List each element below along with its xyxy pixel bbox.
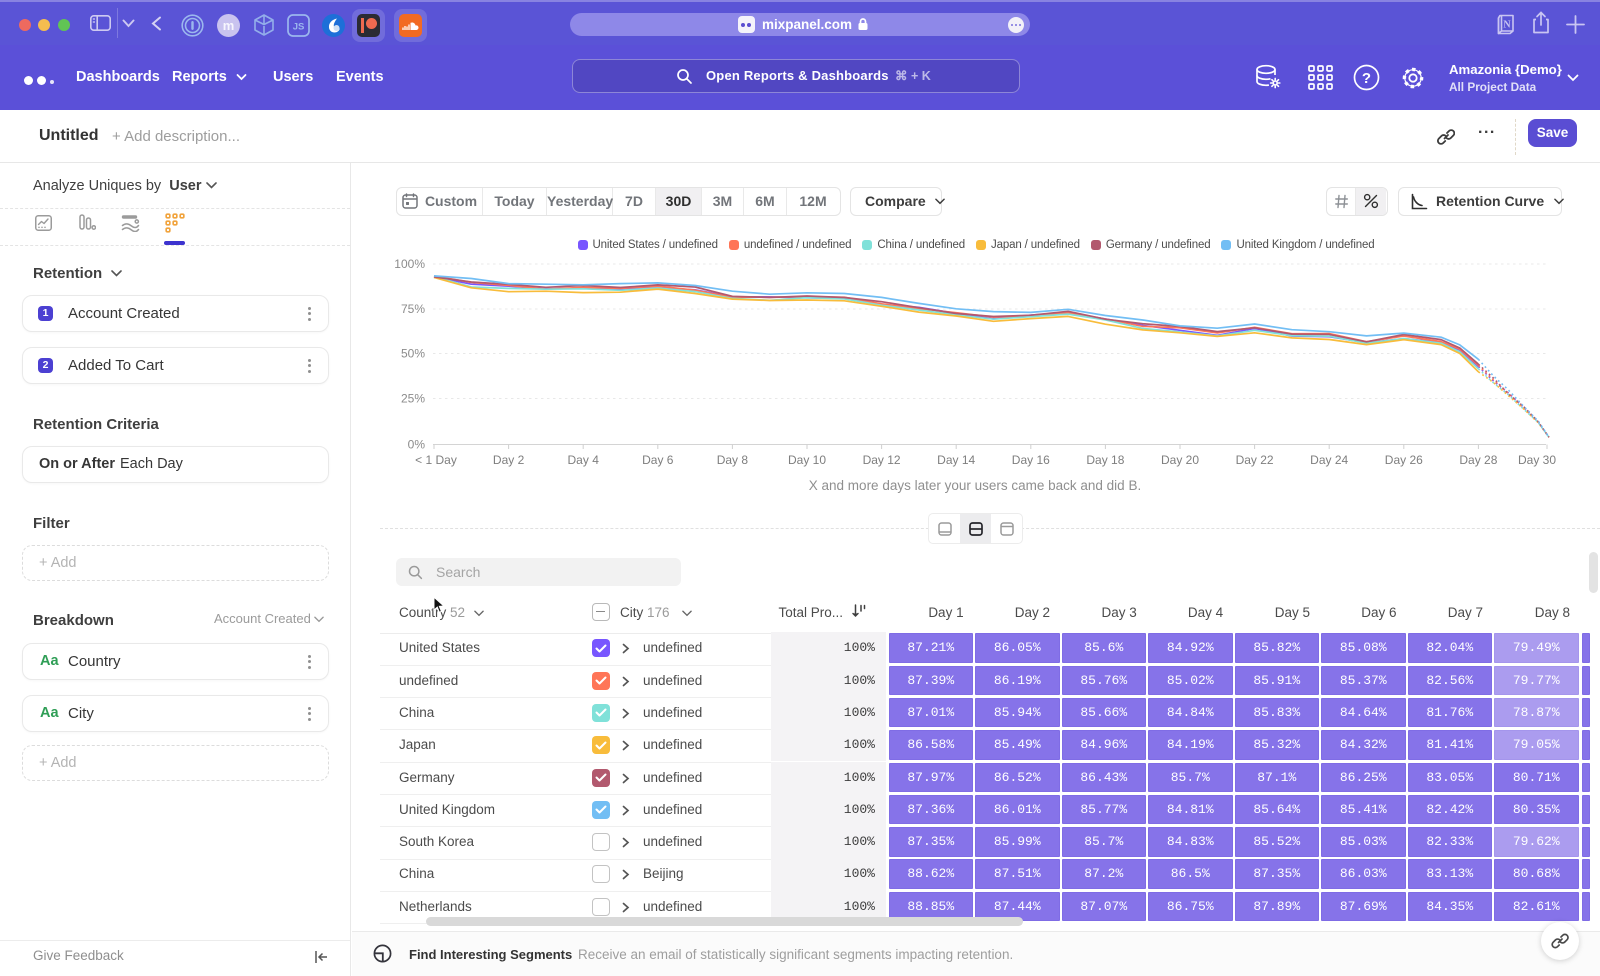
svg-text:< 1 Day: < 1 Day bbox=[415, 453, 457, 467]
svg-text:Day 10: Day 10 bbox=[788, 453, 826, 467]
svg-text:Day 22: Day 22 bbox=[1236, 453, 1274, 467]
svg-text:25%: 25% bbox=[401, 392, 425, 406]
svg-text:Day 24: Day 24 bbox=[1310, 453, 1348, 467]
svg-text:Day 16: Day 16 bbox=[1012, 453, 1050, 467]
svg-text:Day 18: Day 18 bbox=[1086, 453, 1124, 467]
svg-text:Day 20: Day 20 bbox=[1161, 453, 1199, 467]
svg-text:Day 26: Day 26 bbox=[1385, 453, 1423, 467]
svg-text:JS: JS bbox=[293, 22, 305, 33]
svg-text:100%: 100% bbox=[394, 258, 425, 271]
svg-text:Day 8: Day 8 bbox=[717, 453, 749, 467]
svg-text:Day 28: Day 28 bbox=[1459, 453, 1497, 467]
svg-text:X and more days later your use: X and more days later your users came ba… bbox=[809, 478, 1141, 493]
svg-text:Day 30: Day 30 bbox=[1518, 453, 1556, 467]
svg-text:75%: 75% bbox=[401, 302, 425, 316]
svg-text:0%: 0% bbox=[408, 438, 426, 452]
svg-text:Day 6: Day 6 bbox=[642, 453, 674, 467]
svg-text:?: ? bbox=[1362, 70, 1371, 87]
svg-text:Day 14: Day 14 bbox=[937, 453, 975, 467]
svg-text:Day 12: Day 12 bbox=[863, 453, 901, 467]
svg-text:Day 4: Day 4 bbox=[568, 453, 600, 467]
svg-text:Day 2: Day 2 bbox=[493, 453, 525, 467]
svg-text:50%: 50% bbox=[401, 347, 425, 361]
svg-text:N: N bbox=[1503, 20, 1511, 31]
